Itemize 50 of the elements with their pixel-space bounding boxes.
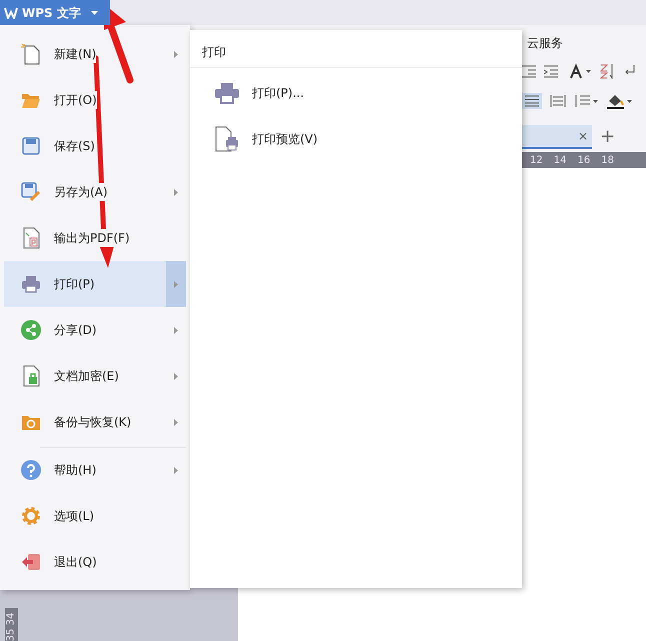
close-button[interactable]: ×: [578, 127, 588, 145]
menu-item[interactable]: 打开(O): [4, 77, 186, 123]
menu-item[interactable]: 退出(Q): [4, 539, 186, 585]
menu-item[interactable]: 选项(L): [4, 493, 186, 539]
submenu-title: 打印: [190, 30, 522, 68]
locked-document-icon: [22, 365, 40, 387]
help-icon: [21, 460, 41, 480]
folder-icon: [21, 91, 41, 109]
submenu-arrow-icon: [174, 466, 178, 474]
horizontal-ruler: 12 14 16 18: [522, 152, 646, 168]
printer-icon: [214, 82, 240, 104]
vertical-ruler: 34 35: [5, 608, 18, 641]
menu-item[interactable]: 输出为PDF(F): [4, 215, 186, 261]
submenu-arrow-icon: [174, 280, 178, 288]
new-document-icon: [21, 43, 41, 65]
submenu-arrow-icon: [174, 418, 178, 426]
save-as-icon: [21, 182, 41, 202]
menu-item[interactable]: 备份与恢复(K): [4, 399, 186, 445]
print-preview-icon: [214, 126, 240, 152]
line-spacing-icon: [574, 94, 598, 108]
exit-icon: [21, 553, 41, 571]
submenu-arrow-icon: [174, 188, 178, 196]
document-tab[interactable]: ×: [522, 125, 592, 149]
menu-item[interactable]: 保存(S): [4, 123, 186, 169]
printer-icon: [21, 275, 41, 293]
menu-item[interactable]: 新建(N): [4, 31, 186, 77]
menu-item[interactable]: 打印(P): [4, 261, 186, 307]
submenu-item[interactable]: 打印(P)...: [190, 70, 522, 116]
submenu-item[interactable]: 打印预览(V): [190, 116, 522, 162]
new-tab-button[interactable]: +: [592, 128, 624, 146]
menu-item[interactable]: 文档加密(E): [4, 353, 186, 399]
submenu-arrow-icon: [174, 50, 178, 58]
submenu-arrow-icon: [174, 372, 178, 380]
submenu-arrow-icon: [174, 326, 178, 334]
indent-icon: [522, 64, 536, 78]
outdent-icon: [544, 64, 558, 78]
logo-icon: [4, 6, 18, 18]
menu-item[interactable]: 另存为(A): [4, 169, 186, 215]
app-menu-button[interactable]: WPS 文字: [0, 0, 110, 25]
shading-icon: [606, 93, 632, 109]
pdf-document-icon: [22, 227, 40, 249]
save-icon: [22, 137, 40, 155]
justify-icon: [525, 95, 539, 107]
backup-folder-icon: [21, 413, 41, 431]
menu-item[interactable]: 分享(D): [4, 307, 186, 353]
ribbon-tab[interactable]: 云服务: [522, 25, 646, 58]
caret-icon: [90, 11, 98, 16]
settings-icon: [21, 506, 41, 526]
share-icon: [21, 320, 41, 340]
distribute-icon: [550, 94, 566, 108]
